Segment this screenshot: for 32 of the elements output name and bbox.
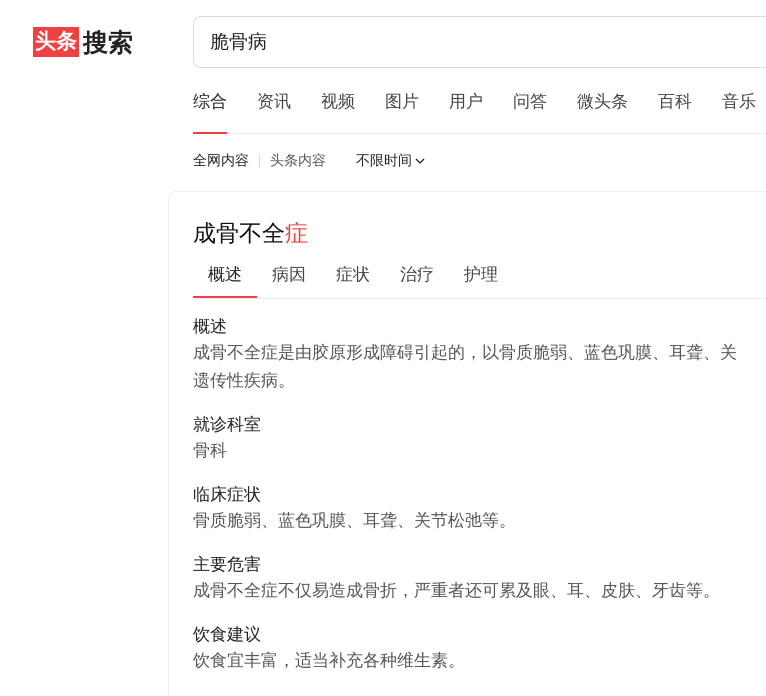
search-tab[interactable]: 用户 bbox=[449, 90, 483, 134]
logo-badge: 头条 bbox=[33, 27, 79, 57]
search-tab[interactable]: 音乐 bbox=[722, 90, 756, 134]
source-filter[interactable]: 头条内容 bbox=[270, 152, 326, 170]
card-tab[interactable]: 病因 bbox=[257, 257, 321, 298]
time-filter-dropdown[interactable]: 不限时间 bbox=[356, 152, 425, 170]
search-tab[interactable]: 视频 bbox=[321, 90, 355, 134]
section-heading: 就诊科室 bbox=[193, 414, 262, 436]
section-text: 骨科 bbox=[193, 440, 228, 462]
search-tab[interactable]: 资讯 bbox=[257, 90, 291, 134]
search-tab[interactable]: 综合 bbox=[193, 90, 227, 134]
card-tab[interactable]: 概述 bbox=[193, 257, 257, 298]
section-heading: 概述 bbox=[193, 316, 228, 338]
search-tab[interactable]: 图片 bbox=[385, 90, 419, 134]
card-tab[interactable]: 治疗 bbox=[385, 257, 449, 298]
logo-text: 搜索 bbox=[83, 28, 133, 58]
search-field[interactable]: 脆骨病 bbox=[193, 16, 766, 68]
section-text: 成骨不全症是由胶原形成障碍引起的，以骨质脆弱、蓝色巩膜、耳聋、关 遗传性疾病。 bbox=[193, 342, 738, 392]
source-filter[interactable]: 全网内容 bbox=[193, 152, 249, 170]
section-text: 成骨不全症不仅易造成骨折，严重者还可累及眼、耳、皮肤、牙齿等。 bbox=[193, 580, 721, 602]
chevron-down-icon bbox=[415, 158, 425, 164]
section-text: 饮食宜丰富，适当补充各种维生素。 bbox=[193, 650, 466, 672]
search-tab[interactable]: 百科 bbox=[658, 90, 692, 134]
search-tab[interactable]: 问答 bbox=[513, 90, 547, 134]
section-heading: 饮食建议 bbox=[193, 624, 262, 646]
section-text: 骨质脆弱、蓝色巩膜、耳聋、关节松弛等。 bbox=[193, 510, 517, 532]
section-heading: 临床症状 bbox=[193, 484, 262, 506]
card-tab[interactable]: 症状 bbox=[321, 257, 385, 298]
section-heading: 主要危害 bbox=[193, 554, 262, 576]
card-title[interactable]: 成骨不全症 bbox=[193, 218, 766, 249]
card-tab[interactable]: 护理 bbox=[449, 257, 513, 298]
search-tab[interactable]: 微头条 bbox=[577, 90, 628, 134]
